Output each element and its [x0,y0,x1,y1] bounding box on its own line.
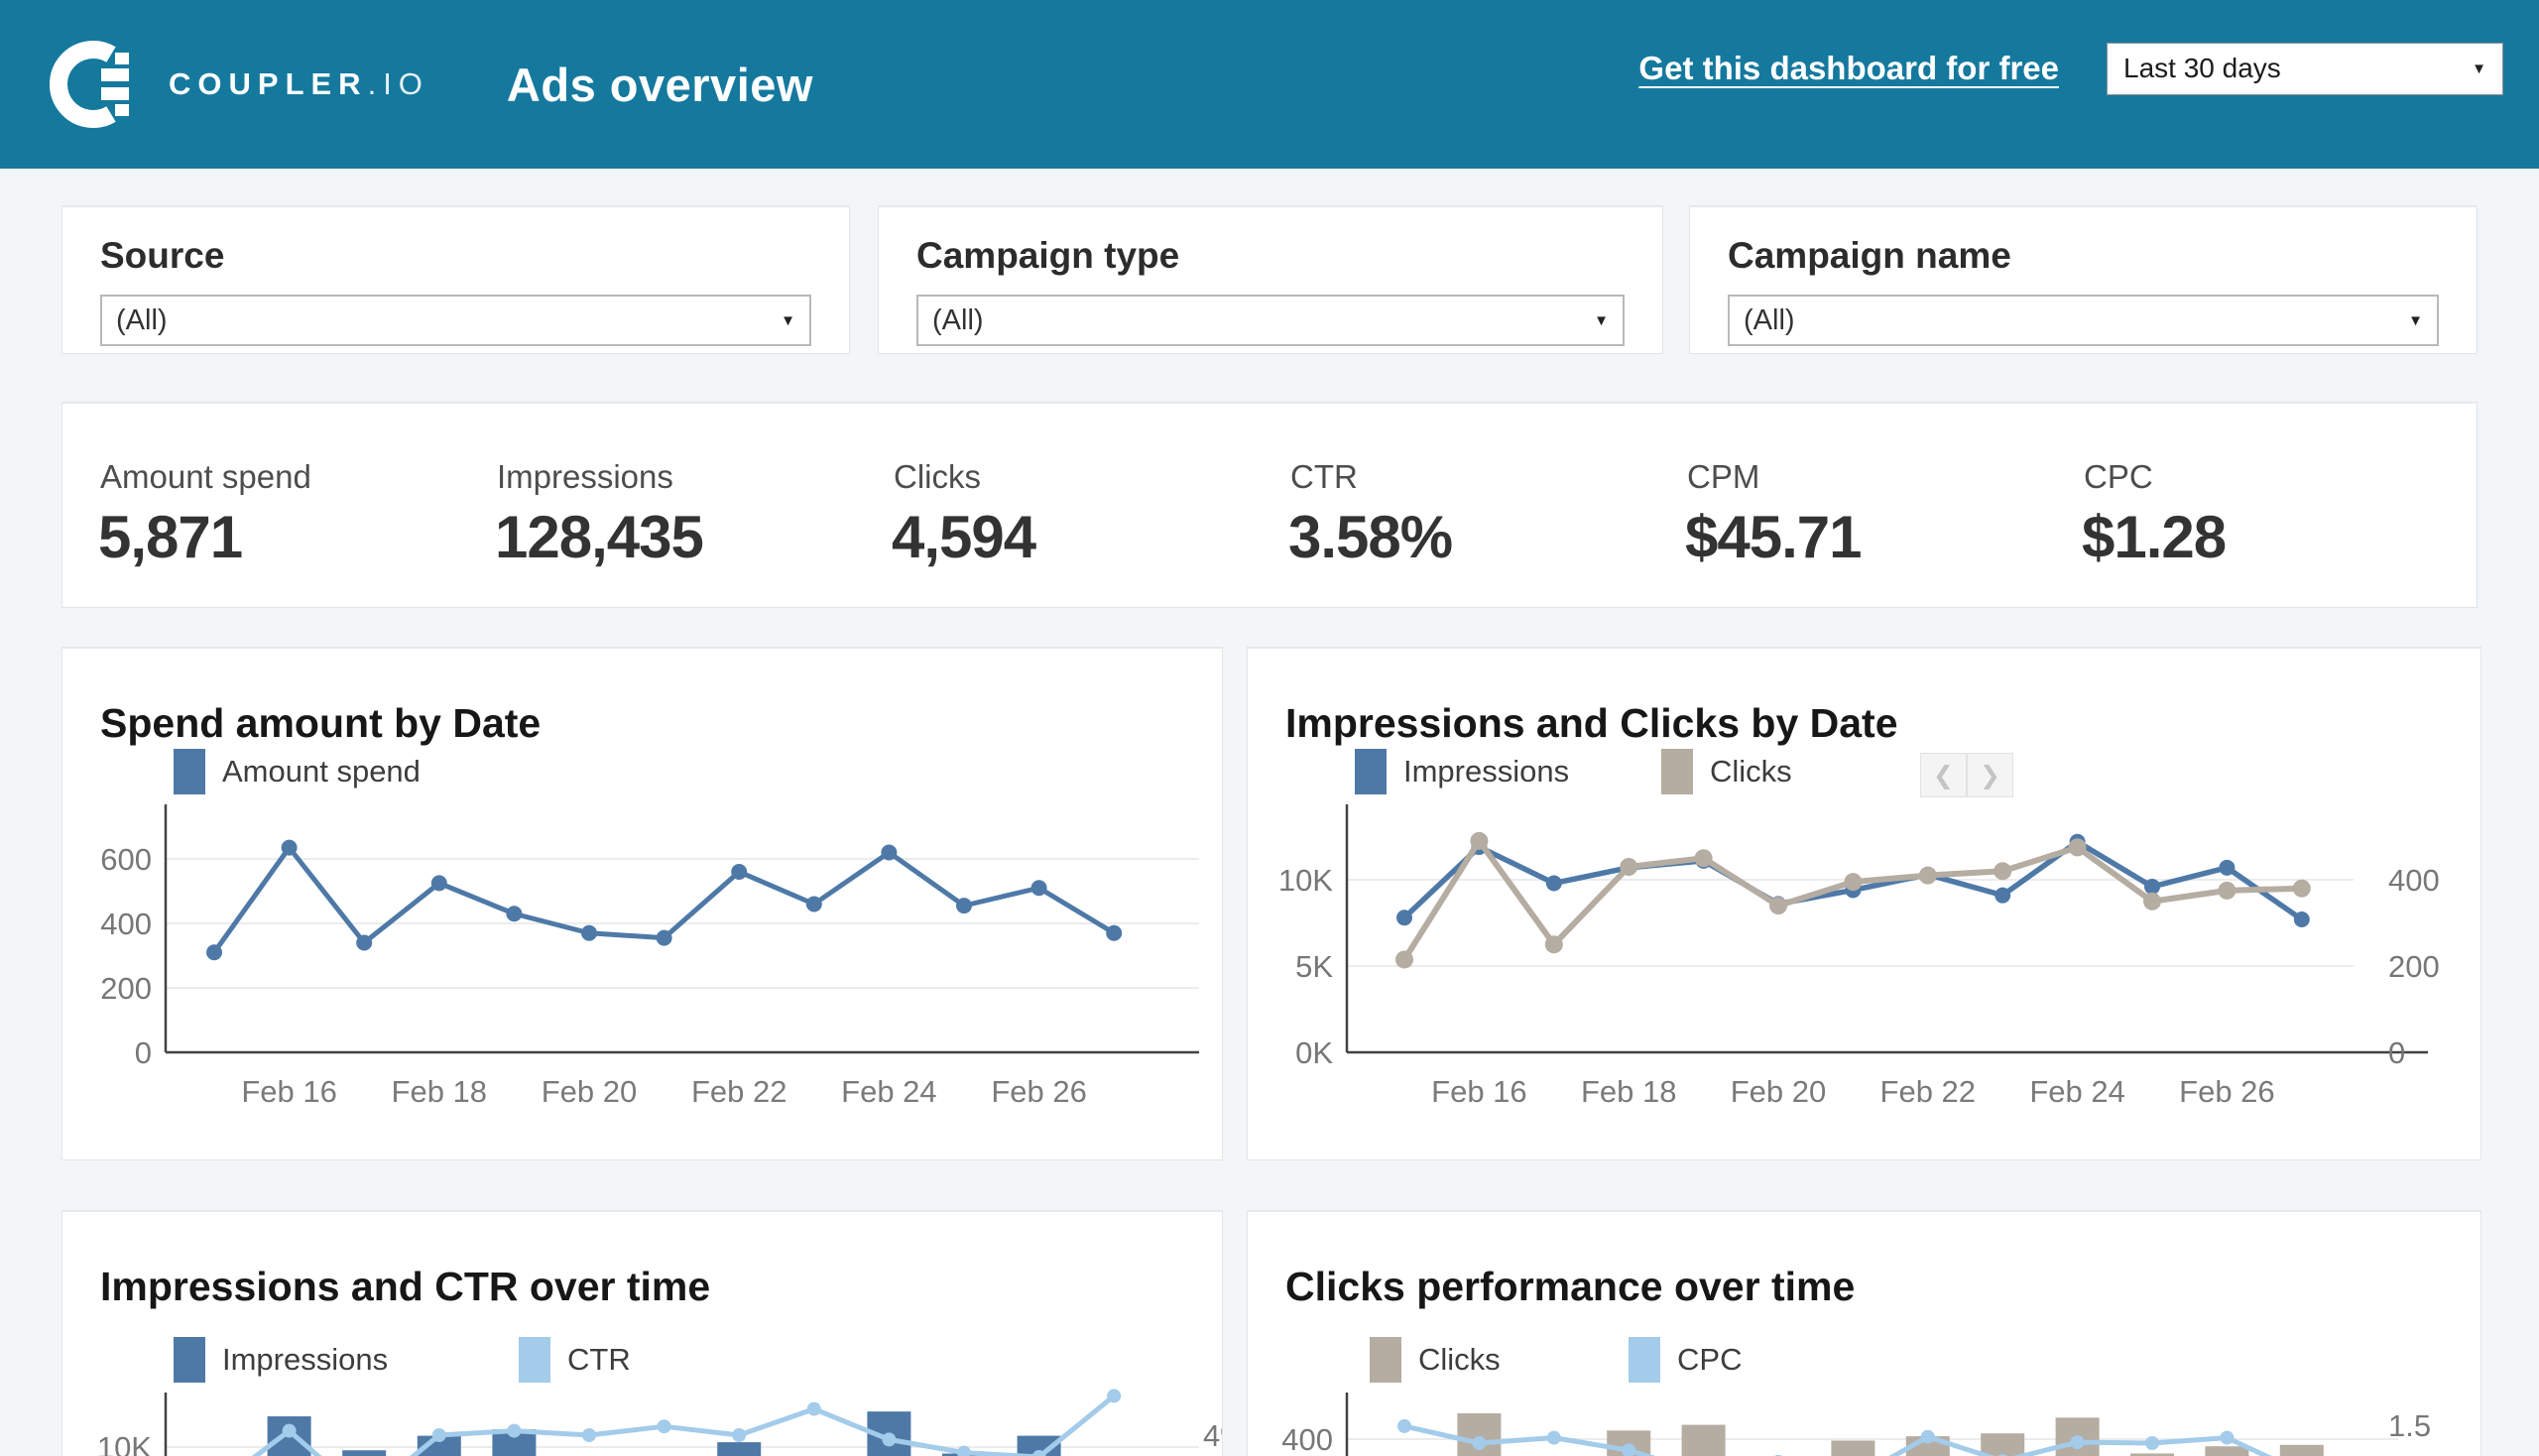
kpi-label: CPM [1687,458,1759,496]
svg-text:5K: 5K [1295,949,1333,984]
svg-text:Feb 24: Feb 24 [841,1074,937,1109]
campaign-name-filter-value: (All) [1744,304,2408,337]
filter-label: Campaign name [1728,235,2011,277]
svg-text:4%: 4% [1203,1418,1223,1453]
spend-chart-plot[interactable]: 0 200 400 600 Feb 16 Feb 18 Feb 20 Feb 22 Feb 24… [62,647,1223,1159]
kpi-label: Impressions [497,458,673,496]
svg-text:Feb 26: Feb 26 [991,1074,1087,1109]
svg-text:0: 0 [2388,1035,2405,1070]
chevron-down-icon: ▼ [2408,312,2423,329]
date-range-dropdown[interactable]: Last 30 days ▼ [2107,43,2503,95]
chevron-down-icon: ▼ [2472,61,2486,77]
kpi-value: $45.71 [1685,503,1862,571]
source-filter-value: (All) [116,304,781,337]
kpi-value: 128,435 [495,503,703,571]
svg-text:400: 400 [1281,1422,1333,1456]
svg-text:200: 200 [100,971,152,1006]
kpi-ctr: CTR 3.58% [1253,404,1649,607]
svg-text:Feb 24: Feb 24 [2029,1074,2125,1109]
svg-text:Feb 16: Feb 16 [241,1074,337,1109]
clicks-performance-chart-card: Clicks performance over time Clicks CPC … [1247,1210,2481,1456]
svg-text:600: 600 [100,842,152,877]
impressions-clicks-chart-plot[interactable]: 0K 5K 10K 0 200 400 Feb 16 Feb 18 Feb 20 Feb 22 Fe… [1248,647,2481,1159]
kpi-label: Clicks [894,458,981,496]
svg-text:Feb 26: Feb 26 [2179,1074,2275,1109]
filter-label: Source [100,235,224,277]
svg-text:400: 400 [100,907,152,941]
impressions-clicks-chart-card: Impressions and Clicks by Date Impressio… [1247,647,2481,1160]
coupler-logo-icon [46,39,137,130]
kpi-label: CTR [1290,458,1358,496]
get-dashboard-link[interactable]: Get this dashboard for free [1638,50,2059,87]
svg-text:Feb 22: Feb 22 [1880,1074,1977,1109]
kpi-label: CPC [2084,458,2153,496]
kpi-value: 4,594 [892,503,1035,571]
filter-card-campaign-type: Campaign type (All) ▼ [878,205,1663,354]
svg-text:Feb 20: Feb 20 [1731,1074,1827,1109]
svg-text:10K: 10K [1278,863,1333,898]
kpi-amount-spend: Amount spend 5,871 [62,404,459,607]
svg-text:0K: 0K [1295,1035,1333,1070]
kpi-cpm: CPM $45.71 [1649,404,2046,607]
svg-text:200: 200 [2388,949,2440,984]
source-filter-dropdown[interactable]: (All) ▼ [100,295,811,346]
impressions-ctr-chart-card: Impressions and CTR over time Impression… [61,1210,1223,1456]
chevron-down-icon: ▼ [1594,312,1609,329]
kpi-value: 3.58% [1288,503,1452,571]
svg-text:Feb 20: Feb 20 [542,1074,638,1109]
svg-text:Feb 18: Feb 18 [392,1074,488,1109]
brand-name: COUPLER.IO [169,66,429,102]
spend-chart-card: Spend amount by Date Amount spend 020040… [61,647,1223,1160]
svg-text:0: 0 [135,1035,152,1070]
svg-text:Feb 18: Feb 18 [1581,1074,1677,1109]
campaign-type-filter-value: (All) [932,304,1594,337]
filter-card-campaign-name: Campaign name (All) ▼ [1689,205,2478,354]
impressions-ctr-chart-plot[interactable]: 10K 4% [62,1210,1223,1456]
kpi-value: 5,871 [98,503,242,571]
filter-card-source: Source (All) ▼ [61,205,850,354]
campaign-type-filter-dropdown[interactable]: (All) ▼ [916,295,1625,346]
kpi-impressions: Impressions 128,435 [459,404,856,607]
chevron-down-icon: ▼ [781,312,795,329]
svg-text:10K: 10K [97,1430,152,1456]
app-header: COUPLER.IO Ads overview Get this dashboa… [0,0,2539,169]
kpi-cpc: CPC $1.28 [2046,404,2443,607]
svg-text:1.5: 1.5 [2388,1408,2431,1443]
kpi-clicks: Clicks 4,594 [856,404,1253,607]
kpi-summary-card: Amount spend 5,871 Impressions 128,435 C… [61,402,2478,608]
clicks-performance-chart-plot[interactable]: 400 1.5 [1248,1210,2481,1456]
campaign-name-filter-dropdown[interactable]: (All) ▼ [1728,295,2439,346]
svg-text:Feb 22: Feb 22 [691,1074,787,1109]
svg-text:400: 400 [2388,863,2440,898]
filter-label: Campaign type [916,235,1179,277]
page-title: Ads overview [507,58,813,112]
kpi-label: Amount spend [100,458,311,496]
svg-text:Feb 16: Feb 16 [1431,1074,1527,1109]
date-range-value: Last 30 days [2123,53,2472,84]
kpi-value: $1.28 [2082,503,2226,571]
